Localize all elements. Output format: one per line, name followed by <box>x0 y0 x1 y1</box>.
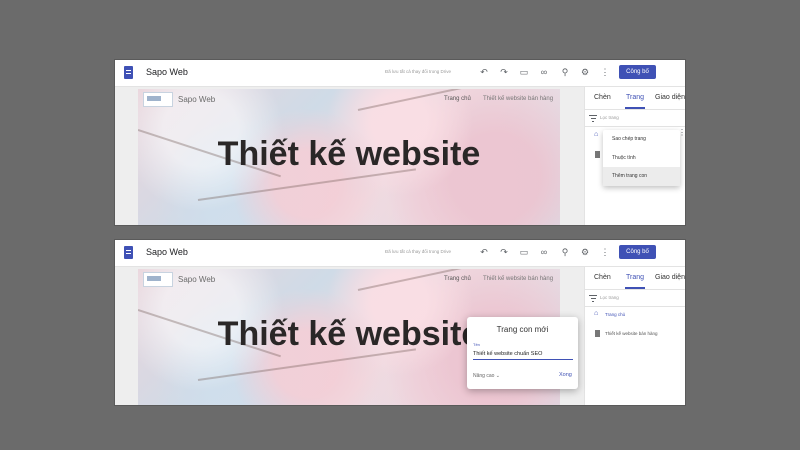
divider <box>585 289 685 290</box>
divider <box>585 109 685 110</box>
dialog-title: Trang con mới <box>496 325 549 334</box>
name-field-label: Tên <box>473 342 480 347</box>
link-icon[interactable]: ∞ <box>538 246 550 258</box>
done-button[interactable]: Xong <box>559 372 572 378</box>
filter-pages-input[interactable]: Lọc trang <box>600 295 619 300</box>
add-user-icon[interactable]: ⚲ <box>559 66 571 78</box>
tab-insert[interactable]: Chèn <box>594 274 611 281</box>
sites-logo-icon <box>124 66 133 79</box>
tab-themes[interactable]: Giao diện <box>655 274 685 281</box>
app-title: Sapo Web <box>146 67 188 77</box>
page-item-sales-website[interactable]: Thiết kế website bán hàng <box>605 331 658 336</box>
advanced-toggle[interactable]: Nâng cao ⌄ <box>473 373 500 379</box>
filter-icon <box>589 294 597 302</box>
subpage-name-input[interactable]: Thiết kế website chuẩn SEO <box>473 349 573 360</box>
save-status: Đã lưu tất cả thay đổi trong Drive <box>385 69 452 74</box>
new-subpage-dialog: Trang con mới Tên Thiết kế website chuẩn… <box>467 317 578 389</box>
tab-pages[interactable]: Trang <box>626 94 644 101</box>
screenshot-context-menu: Sapo Web Đã lưu tất cả thay đổi trong Dr… <box>115 60 685 225</box>
top-bar: Sapo Web Đã lưu tất cả thay đổi trong Dr… <box>115 240 685 267</box>
top-bar: Sapo Web Đã lưu tất cả thay đổi trong Dr… <box>115 60 685 87</box>
publish-button[interactable]: Công bố <box>619 65 656 79</box>
site-nav-page[interactable]: Thiết kế website bán hàng <box>483 96 553 102</box>
divider <box>585 306 685 307</box>
right-panel: Chèn Trang Giao diện Lọc trang ⌂ Trang c… <box>584 267 685 405</box>
site-nav-home[interactable]: Trang chủ <box>444 96 471 102</box>
divider <box>585 126 685 127</box>
preview-icon[interactable]: ▭ <box>518 66 530 78</box>
sites-logo-icon <box>124 246 133 259</box>
redo-icon[interactable]: ↷ <box>498 246 510 258</box>
site-name: Sapo Web <box>178 95 216 104</box>
undo-icon[interactable]: ↶ <box>478 66 490 78</box>
hero-banner[interactable]: Sapo Web Trang chủ Thiết kế website bán … <box>138 89 560 225</box>
menu-item-properties[interactable]: Thuộc tính <box>603 149 680 168</box>
undo-icon[interactable]: ↶ <box>478 246 490 258</box>
tab-pages[interactable]: Trang <box>626 274 644 281</box>
chevron-down-icon: ⌄ <box>495 373 500 379</box>
home-icon: ⌂ <box>594 310 599 317</box>
site-name: Sapo Web <box>178 275 216 284</box>
advanced-label: Nâng cao <box>473 373 495 379</box>
home-icon: ⌂ <box>594 131 599 138</box>
tab-themes[interactable]: Giao diện <box>655 94 685 101</box>
site-logo[interactable] <box>143 92 173 107</box>
filter-icon <box>589 114 597 122</box>
site-nav-page[interactable]: Thiết kế website bán hàng <box>483 276 553 282</box>
menu-item-add-subpage[interactable]: Thêm trang con <box>603 167 680 186</box>
page-icon <box>595 151 600 158</box>
save-status: Đã lưu tất cả thay đổi trong Drive <box>385 249 452 254</box>
editor-canvas: Sapo Web Trang chủ Thiết kế website bán … <box>115 87 584 225</box>
app-title: Sapo Web <box>146 247 188 257</box>
page-icon <box>595 330 600 337</box>
more-vert-icon[interactable]: ⋮ <box>599 66 611 78</box>
more-vert-icon[interactable]: ⋮ <box>599 246 611 258</box>
settings-icon[interactable]: ⚙ <box>579 66 591 78</box>
redo-icon[interactable]: ↷ <box>498 66 510 78</box>
screenshot-new-subpage-dialog: Sapo Web Đã lưu tất cả thay đổi trong Dr… <box>115 240 685 405</box>
link-icon[interactable]: ∞ <box>538 66 550 78</box>
add-user-icon[interactable]: ⚲ <box>559 246 571 258</box>
page-item-home[interactable]: Trang chủ <box>605 312 625 317</box>
settings-icon[interactable]: ⚙ <box>579 246 591 258</box>
preview-icon[interactable]: ▭ <box>518 246 530 258</box>
filter-pages-input[interactable]: Lọc trang <box>600 115 619 120</box>
publish-button[interactable]: Công bố <box>619 245 656 259</box>
site-logo[interactable] <box>143 272 173 287</box>
page-context-menu: Sao chép trang Thuộc tính Thêm trang con <box>603 130 680 186</box>
hero-title[interactable]: Thiết kế website <box>138 135 560 174</box>
menu-item-duplicate-page[interactable]: Sao chép trang <box>603 130 680 149</box>
site-nav-home[interactable]: Trang chủ <box>444 276 471 282</box>
tab-insert[interactable]: Chèn <box>594 94 611 101</box>
